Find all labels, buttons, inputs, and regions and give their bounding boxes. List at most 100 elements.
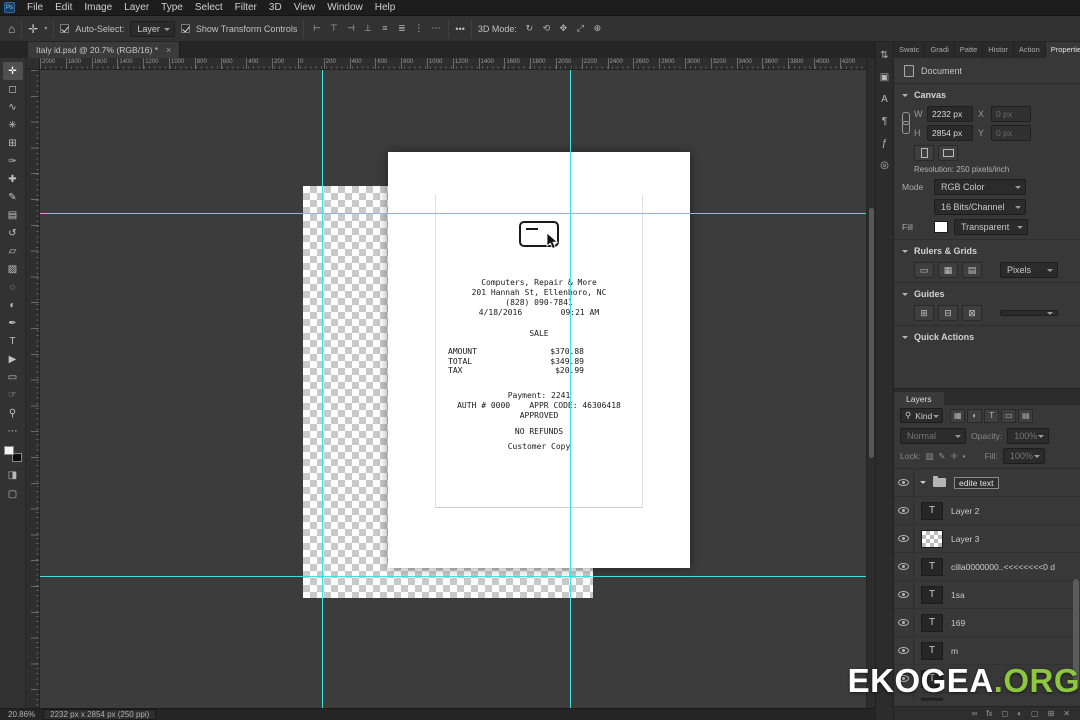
layer-name[interactable]: edite text: [954, 476, 999, 489]
distribute-horizontal-icon[interactable]: ⋯: [429, 23, 442, 34]
comments-panel-icon[interactable]: ▣: [880, 72, 889, 83]
menu-item[interactable]: Filter: [229, 2, 263, 13]
rulers-grids-section-header[interactable]: Rulers & Grids: [894, 240, 1080, 259]
scrollbar-thumb[interactable]: [869, 208, 874, 458]
filter-adjustment-layers-icon[interactable]: ◐: [967, 408, 983, 423]
layer-visibility-toggle[interactable]: [894, 636, 914, 665]
layer-name[interactable]: 1sa: [951, 590, 965, 600]
blur-tool[interactable]: ◌: [3, 278, 23, 296]
guides-section-header[interactable]: Guides: [894, 283, 1080, 302]
home-icon[interactable]: ⌂: [8, 22, 15, 36]
drag-3d-icon[interactable]: ✥: [557, 23, 570, 34]
filter-shape-layers-icon[interactable]: ▭: [1001, 408, 1017, 423]
clone-stamp-tool[interactable]: ▤: [3, 206, 23, 224]
move-tool[interactable]: ✛: [2, 62, 23, 80]
adjustment-layer-icon[interactable]: ◐: [1017, 709, 1022, 718]
brush-tool[interactable]: ✎: [3, 188, 23, 206]
layers-tab[interactable]: Layers: [894, 392, 944, 408]
layer-fill-dropdown[interactable]: 100%: [1002, 448, 1045, 464]
dodge-tool[interactable]: ◐: [3, 296, 23, 314]
new-layer-icon[interactable]: ⊞: [1048, 709, 1055, 718]
height-field[interactable]: 2854 px: [927, 125, 973, 141]
marquee-tool[interactable]: ◻: [3, 80, 23, 98]
layer-thumbnail[interactable]: T: [921, 501, 943, 520]
path-selection-tool[interactable]: ▶: [3, 350, 23, 368]
guide-layout-icon[interactable]: ⊟: [938, 305, 958, 321]
quick-selection-tool[interactable]: ✳: [3, 116, 23, 134]
auto-select-target-dropdown[interactable]: Layer: [130, 20, 175, 37]
distribute-vertical-icon[interactable]: ≣: [395, 23, 408, 34]
snap-toggle-icon[interactable]: ▤: [962, 262, 982, 278]
layer-name[interactable]: m: [951, 646, 958, 656]
foreground-color-swatch[interactable]: [3, 446, 14, 455]
panel-tab[interactable]: Gradi: [925, 42, 955, 58]
lock-position-icon[interactable]: ✛: [950, 451, 957, 462]
eyedropper-tool[interactable]: ✑: [3, 152, 23, 170]
panel-tab[interactable]: Properties: [1045, 42, 1080, 58]
layer-visibility-toggle[interactable]: [894, 608, 914, 637]
lock-all-icon[interactable]: ▪: [963, 451, 966, 462]
layer-group-icon[interactable]: ▢: [1031, 709, 1039, 718]
units-dropdown[interactable]: Pixels: [1000, 262, 1058, 278]
canvas-area[interactable]: Computers, Repair & More 201 Hannah St, …: [40, 70, 866, 708]
layer-visibility-toggle[interactable]: [894, 496, 914, 525]
type-tool[interactable]: T: [3, 332, 23, 350]
fill-dropdown[interactable]: Transparent: [954, 219, 1028, 235]
gradient-tool[interactable]: ▨: [3, 260, 23, 278]
align-top-icon[interactable]: ⊤: [327, 23, 340, 34]
layer-visibility-toggle[interactable]: [894, 580, 914, 609]
x-field[interactable]: 0 px: [991, 106, 1031, 122]
color-mode-dropdown[interactable]: RGB Color: [934, 179, 1026, 195]
crop-tool[interactable]: ⊞: [3, 134, 23, 152]
document-info[interactable]: 2232 px x 2854 px (250 ppi): [43, 709, 157, 720]
layer-name[interactable]: Layer 2: [951, 506, 979, 516]
layer-name[interactable]: cilla0000000..<<<<<<<<0 d: [951, 562, 1055, 572]
width-field[interactable]: 2232 px: [927, 106, 973, 122]
panel-tab[interactable]: Swatc: [894, 42, 926, 58]
receipt-document[interactable]: Computers, Repair & More 201 Hannah St, …: [388, 152, 690, 568]
paragraph-panel-icon[interactable]: ¶: [882, 116, 887, 127]
ruler-toggle-icon[interactable]: ▭: [914, 262, 934, 278]
close-tab-icon[interactable]: ×: [166, 45, 171, 55]
layer-filter-kind-dropdown[interactable]: ⚲ Kind: [900, 408, 944, 423]
glyphs-panel-icon[interactable]: ƒ: [882, 138, 888, 149]
link-layers-icon[interactable]: ∞: [972, 709, 978, 718]
layer-thumbnail[interactable]: [921, 529, 943, 548]
panel-tab[interactable]: Action: [1014, 42, 1046, 58]
lock-transparency-icon[interactable]: ▨: [925, 451, 933, 462]
screen-mode-icon[interactable]: ▢: [8, 489, 17, 500]
menu-item[interactable]: View: [288, 2, 322, 13]
layer-row[interactable]: edite text: [894, 469, 1080, 497]
character-panel-icon[interactable]: A: [881, 94, 888, 105]
layer-row[interactable]: Layer 3: [894, 524, 1080, 553]
zoom-level[interactable]: 20.86%: [8, 710, 35, 719]
portrait-orientation-button[interactable]: [914, 145, 934, 161]
new-guide-icon[interactable]: ⊞: [914, 305, 934, 321]
quick-actions-section-header[interactable]: Quick Actions: [894, 326, 1080, 345]
roll-3d-icon[interactable]: ⟲: [540, 23, 553, 34]
y-field[interactable]: 0 px: [991, 125, 1031, 141]
link-dimensions-icon[interactable]: [902, 112, 910, 138]
show-transform-checkbox[interactable]: [180, 24, 190, 33]
opacity-dropdown[interactable]: 100%: [1007, 428, 1050, 444]
menu-item[interactable]: File: [21, 2, 49, 13]
layer-name[interactable]: 169: [951, 618, 965, 628]
group-expand-chevron-icon[interactable]: [920, 481, 926, 487]
quick-mask-icon[interactable]: ◨: [8, 470, 17, 481]
filter-type-layers-icon[interactable]: T: [984, 408, 1000, 423]
layer-visibility-toggle[interactable]: [894, 524, 914, 553]
layer-mask-icon[interactable]: ◻: [1002, 709, 1009, 718]
layer-row[interactable]: T 169: [894, 608, 1080, 637]
current-tool-icon[interactable]: ✛: [28, 22, 38, 36]
history-panel-icon[interactable]: ⇅: [880, 50, 888, 61]
menu-item[interactable]: Image: [78, 2, 118, 13]
pen-tool[interactable]: ✒: [3, 314, 23, 332]
align-center-icon[interactable]: ≡: [378, 23, 391, 34]
layer-visibility-toggle[interactable]: [894, 552, 914, 581]
layer-row[interactable]: T Layer 2: [894, 496, 1080, 525]
layer-row[interactable]: T 1sa: [894, 580, 1080, 609]
layer-name[interactable]: Layer 3: [951, 534, 979, 544]
filter-smart-objects-icon[interactable]: ▤: [1018, 408, 1034, 423]
layer-thumbnail[interactable]: T: [921, 557, 943, 576]
rotate-3d-icon[interactable]: ↻: [523, 23, 536, 34]
